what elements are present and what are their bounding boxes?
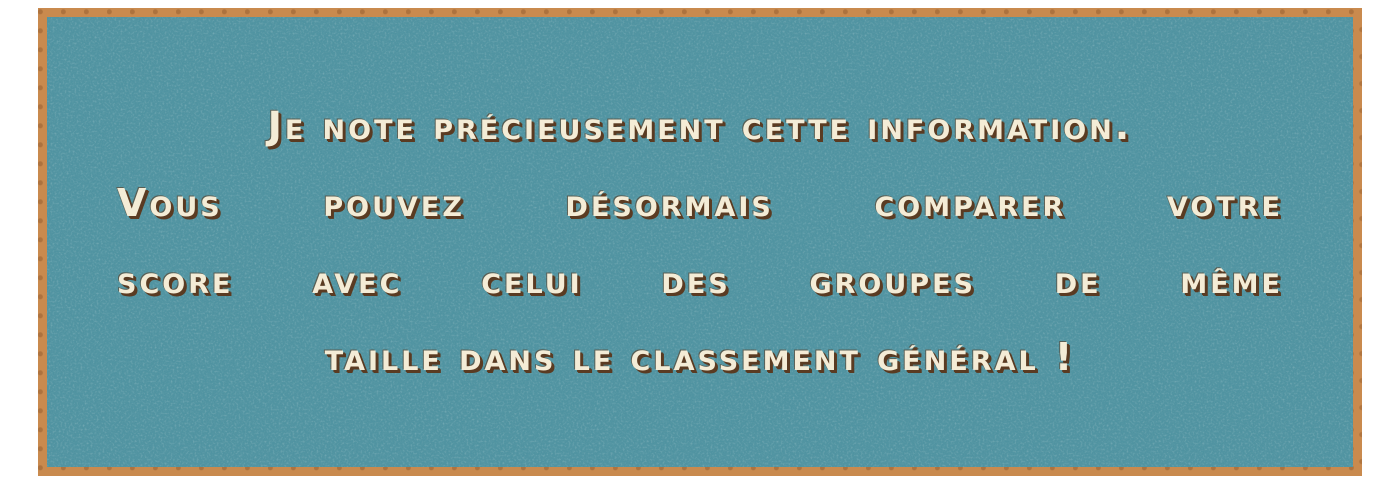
message-line-3: score avec celui des groupes de même	[117, 258, 1283, 302]
message-line-1: Je note précieusement cette information.	[267, 104, 1133, 148]
dialog-panel: Je note précieusement cette information.…	[47, 17, 1353, 467]
dialog-frame: Je note précieusement cette information.…	[38, 8, 1362, 476]
message-line-4: taille dans le classement général !	[324, 335, 1076, 379]
message-line-2: Vous pouvez désormais comparer votre	[117, 181, 1283, 225]
dialog-message: Je note précieusement cette information.…	[47, 17, 1353, 467]
